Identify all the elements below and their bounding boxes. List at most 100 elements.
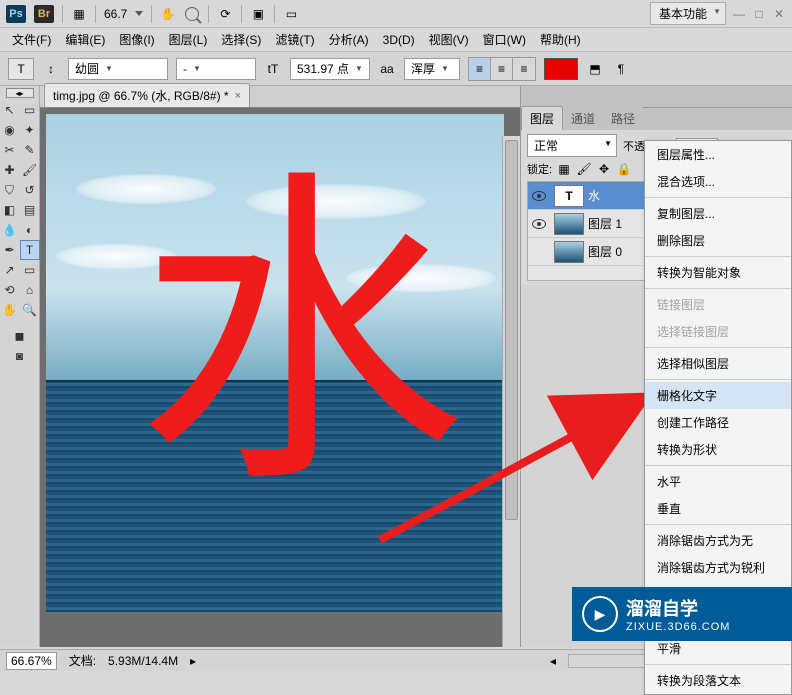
blur-tool[interactable]: 💧 [0,220,20,240]
screen-mode-icon[interactable]: ▭ [283,6,299,22]
hand-tool-icon[interactable]: ✋ [160,6,176,22]
font-size-dropdown[interactable]: 531.97 点 [290,58,370,80]
hand-tool[interactable]: ✋ [0,300,20,320]
cm-rasterize-type[interactable]: 栅格化文字 [645,382,791,409]
pen-tool[interactable]: ✒ [0,240,20,260]
menu-select[interactable]: 选择(S) [215,29,267,50]
zoom-level-display[interactable]: 66.7 [104,7,127,21]
paths-tab[interactable]: 路径 [603,107,643,130]
minimize-button[interactable]: — [732,7,746,21]
menu-bar: 文件(F) 编辑(E) 图像(I) 图层(L) 选择(S) 滤镜(T) 分析(A… [0,28,792,52]
main-area: ◂▸ ↖▭ ◉✦ ✂✎ ✚🖌 ⛉↺ ◧▤ 💧◐ ✒T ↗▭ ⟲⌂ ✋🔍 ◼ ◙ … [0,86,792,647]
launch-mini-bridge-icon[interactable]: ▦ [71,6,87,22]
lasso-tool[interactable]: ◉ [0,120,20,140]
lock-position-icon[interactable]: ✥ [596,161,612,177]
cm-convert-to-shape[interactable]: 转换为形状 [645,436,791,463]
align-center-button[interactable]: ≡ [491,58,513,80]
menu-filter[interactable]: 滤镜(T) [269,29,320,50]
tools-collapse-toggle[interactable]: ◂▸ [6,88,34,98]
cm-horizontal[interactable]: 水平 [645,468,791,495]
layers-tab[interactable]: 图层 [521,106,563,130]
clone-stamp-tool[interactable]: ⛉ [0,180,20,200]
crop-tool[interactable]: ✂ [0,140,20,160]
history-brush-tool[interactable]: ↺ [20,180,40,200]
menu-view[interactable]: 视图(V) [423,29,475,50]
3d-rotate-tool[interactable]: ⟲ [0,280,20,300]
zoom-dropdown-icon[interactable] [135,11,143,16]
menu-image[interactable]: 图像(I) [113,29,160,50]
type-tool-indicator[interactable]: T [8,58,34,80]
lock-transparent-icon[interactable]: ▦ [556,161,572,177]
hscroll-left-icon[interactable]: ◂ [550,654,556,668]
menu-window[interactable]: 窗口(W) [477,29,532,50]
align-right-button[interactable]: ≡ [513,58,535,80]
cm-blending-options[interactable]: 混合选项... [645,168,791,195]
anti-alias-dropdown[interactable]: 浑厚 [404,58,460,80]
document-tab-title: timg.jpg @ 66.7% (水, RGB/8#) * [53,87,229,104]
cm-aa-none[interactable]: 消除锯齿方式为无 [645,527,791,554]
arrange-documents-icon[interactable]: ▣ [250,6,266,22]
visibility-toggle-icon[interactable] [532,219,546,229]
brush-tool[interactable]: 🖌 [20,160,40,180]
panel-collapse-strip[interactable] [521,86,792,108]
cm-vertical[interactable]: 垂直 [645,495,791,522]
eraser-tool[interactable]: ◧ [0,200,20,220]
zoom-tool-toolbox[interactable]: 🔍 [20,300,40,320]
menu-layer[interactable]: 图层(L) [163,29,214,50]
text-color-swatch[interactable] [544,58,578,80]
quick-mask-toggle[interactable]: ◙ [10,346,30,366]
zoom-tool-icon[interactable] [184,6,200,22]
status-doc-info[interactable]: 5.93M/14.4M [108,654,178,668]
cm-convert-paragraph[interactable]: 转换为段落文本 [645,667,791,694]
rotate-view-icon[interactable]: ⟳ [217,6,233,22]
type-tool[interactable]: T [20,240,40,260]
status-zoom[interactable]: 66.67% [6,652,57,670]
document-tab-close-icon[interactable]: × [235,90,241,102]
blend-mode-dropdown[interactable]: 正常 [527,134,617,157]
path-select-tool[interactable]: ↗ [0,260,20,280]
text-orientation-icon[interactable]: ↕ [42,58,60,80]
visibility-toggle-icon[interactable] [532,191,546,201]
close-button[interactable]: ✕ [772,7,786,21]
cm-select-similar[interactable]: 选择相似图层 [645,350,791,377]
gradient-tool[interactable]: ▤ [20,200,40,220]
menu-edit[interactable]: 编辑(E) [59,29,111,50]
canvas-viewport[interactable]: 水 [40,108,520,647]
maximize-button[interactable]: □ [752,7,766,21]
move-tool[interactable]: ↖ [0,100,20,120]
lock-pixels-icon[interactable]: 🖌 [576,161,592,177]
document-tab[interactable]: timg.jpg @ 66.7% (水, RGB/8#) * × [44,83,250,107]
menu-help[interactable]: 帮助(H) [534,29,587,50]
font-family-dropdown[interactable]: 幼圆 [68,58,168,80]
status-doc-label: 文档: [69,652,96,669]
align-left-button[interactable]: ≡ [469,58,491,80]
cm-aa-sharp[interactable]: 消除锯齿方式为锐利 [645,554,791,581]
photoshop-icon[interactable]: Ps [6,5,26,23]
bridge-icon[interactable]: Br [34,5,54,23]
healing-brush-tool[interactable]: ✚ [0,160,20,180]
cm-layer-properties[interactable]: 图层属性... [645,141,791,168]
shape-tool[interactable]: ▭ [20,260,40,280]
foreground-background-swatch[interactable]: ◼ [10,326,30,346]
quick-select-tool[interactable]: ✦ [20,120,40,140]
channels-tab[interactable]: 通道 [563,107,603,130]
cm-select-linked: 选择链接图层 [645,318,791,345]
cm-create-work-path[interactable]: 创建工作路径 [645,409,791,436]
vertical-scrollbar[interactable] [502,136,520,647]
dodge-tool[interactable]: ◐ [20,220,40,240]
cm-convert-smart-object[interactable]: 转换为智能对象 [645,259,791,286]
cm-delete-layer[interactable]: 删除图层 [645,227,791,254]
eyedropper-tool[interactable]: ✎ [20,140,40,160]
menu-3d[interactable]: 3D(D) [377,31,421,49]
3d-camera-tool[interactable]: ⌂ [20,280,40,300]
warp-text-icon[interactable]: ⬒ [586,60,604,78]
menu-file[interactable]: 文件(F) [6,29,57,50]
font-style-dropdown[interactable]: - [176,58,256,80]
workspace-switcher[interactable]: 基本功能 [650,2,726,25]
marquee-tool[interactable]: ▭ [20,100,40,120]
character-panel-icon[interactable]: ¶ [612,60,630,78]
menu-analysis[interactable]: 分析(A) [323,29,375,50]
status-flyout-icon[interactable]: ▸ [190,654,196,668]
cm-duplicate-layer[interactable]: 复制图层... [645,200,791,227]
lock-all-icon[interactable]: 🔒 [616,161,632,177]
